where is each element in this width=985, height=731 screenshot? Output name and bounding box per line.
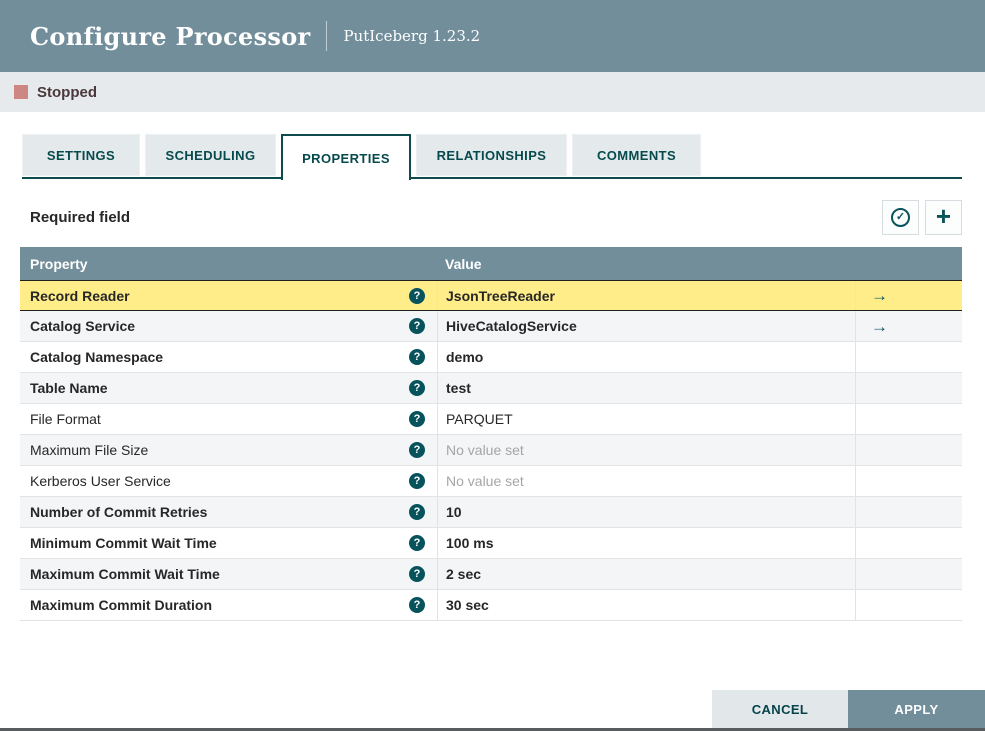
dialog-content: SETTINGS SCHEDULING PROPERTIES RELATIONS… xyxy=(0,112,985,621)
required-field-hint: Required field xyxy=(30,209,131,226)
tab-scheduling[interactable]: SCHEDULING xyxy=(145,134,276,176)
property-name: Catalog Namespace xyxy=(30,349,164,365)
property-value[interactable]: 2 sec xyxy=(446,566,481,582)
property-row[interactable]: Maximum Commit Wait Time? 2 sec xyxy=(20,559,962,590)
property-value[interactable]: 30 sec xyxy=(446,597,489,613)
property-value[interactable]: 10 xyxy=(446,504,462,520)
property-row[interactable]: Maximum Commit Duration? 30 sec xyxy=(20,590,962,621)
property-row[interactable]: Kerberos User Service? No value set xyxy=(20,466,962,497)
property-row[interactable]: Number of Commit Retries? 10 xyxy=(20,497,962,528)
stopped-status-icon xyxy=(14,85,28,99)
cancel-button[interactable]: CANCEL xyxy=(712,690,848,728)
property-row[interactable]: Catalog Namespace? demo xyxy=(20,342,962,373)
property-name: Maximum Commit Duration xyxy=(30,597,213,613)
properties-table: Property Value Record Reader? JsonTreeRea… xyxy=(20,247,962,621)
property-name: Maximum File Size xyxy=(30,442,149,458)
configure-processor-dialog: Configure Processor PutIceberg 1.23.2 St… xyxy=(0,0,985,731)
help-icon[interactable]: ? xyxy=(409,535,425,551)
property-value[interactable]: 100 ms xyxy=(446,535,493,551)
help-icon[interactable]: ? xyxy=(409,442,425,458)
property-row[interactable]: File Format? PARQUET xyxy=(20,404,962,435)
property-name: Number of Commit Retries xyxy=(30,504,208,520)
property-value[interactable]: test xyxy=(446,380,471,396)
tab-bar: SETTINGS SCHEDULING PROPERTIES RELATIONS… xyxy=(20,134,962,180)
property-value[interactable]: PARQUET xyxy=(446,411,513,427)
help-icon[interactable]: ? xyxy=(409,349,425,365)
status-bar: Stopped xyxy=(0,72,985,112)
property-row[interactable]: Minimum Commit Wait Time? 100 ms xyxy=(20,528,962,559)
property-row[interactable]: Maximum File Size? No value set xyxy=(20,435,962,466)
dialog-title: Configure Processor xyxy=(30,21,311,51)
status-label: Stopped xyxy=(37,83,97,101)
verify-properties-button[interactable]: ✓ xyxy=(882,200,919,235)
tab-properties[interactable]: PROPERTIES xyxy=(281,134,411,180)
plus-icon: + xyxy=(935,201,952,231)
help-icon[interactable]: ? xyxy=(409,411,425,427)
properties-toolbar: Required field ✓ + xyxy=(20,200,962,235)
dialog-footer: CANCEL APPLY xyxy=(712,690,985,728)
property-name: Minimum Commit Wait Time xyxy=(30,535,217,551)
property-row[interactable]: Record Reader? JsonTreeReader → xyxy=(20,280,962,311)
processor-type-version: PutIceberg 1.23.2 xyxy=(343,27,481,45)
tab-comments[interactable]: COMMENTS xyxy=(572,134,701,176)
property-value[interactable]: No value set xyxy=(446,473,524,489)
property-name: Maximum Commit Wait Time xyxy=(30,566,220,582)
table-body: Record Reader? JsonTreeReader → Catalog Ser… xyxy=(20,280,962,621)
help-icon[interactable]: ? xyxy=(409,380,425,396)
help-icon[interactable]: ? xyxy=(409,287,425,304)
add-property-button[interactable]: + xyxy=(925,200,962,235)
property-value[interactable]: demo xyxy=(446,349,483,365)
go-to-service-icon[interactable]: → xyxy=(871,318,888,335)
property-name: Catalog Service xyxy=(30,318,136,334)
column-header-property[interactable]: Property xyxy=(20,256,437,272)
property-name: Table Name xyxy=(30,380,108,396)
tab-settings[interactable]: SETTINGS xyxy=(22,134,140,176)
go-to-service-icon[interactable]: → xyxy=(871,287,888,304)
property-value[interactable]: JsonTreeReader xyxy=(446,288,555,304)
property-name: File Format xyxy=(30,411,101,427)
column-header-value[interactable]: Value xyxy=(437,256,855,272)
property-value[interactable]: HiveCatalogService xyxy=(446,318,577,334)
tab-relationships[interactable]: RELATIONSHIPS xyxy=(416,134,567,176)
toolbar-buttons: ✓ + xyxy=(876,200,962,235)
help-icon[interactable]: ? xyxy=(409,597,425,613)
title-separator xyxy=(326,21,328,51)
check-circle-icon: ✓ xyxy=(891,208,910,227)
dialog-header: Configure Processor PutIceberg 1.23.2 xyxy=(0,0,985,72)
check-glyph: ✓ xyxy=(895,211,906,223)
apply-button[interactable]: APPLY xyxy=(848,690,985,728)
property-name: Record Reader xyxy=(30,287,130,304)
property-row[interactable]: Catalog Service? HiveCatalogService → xyxy=(20,311,962,342)
property-name: Kerberos User Service xyxy=(30,473,171,489)
help-icon[interactable]: ? xyxy=(409,566,425,582)
property-value[interactable]: No value set xyxy=(446,442,524,458)
help-icon[interactable]: ? xyxy=(409,318,425,334)
table-header: Property Value xyxy=(20,247,962,281)
help-icon[interactable]: ? xyxy=(409,473,425,489)
property-row[interactable]: Table Name? test xyxy=(20,373,962,404)
help-icon[interactable]: ? xyxy=(409,504,425,520)
